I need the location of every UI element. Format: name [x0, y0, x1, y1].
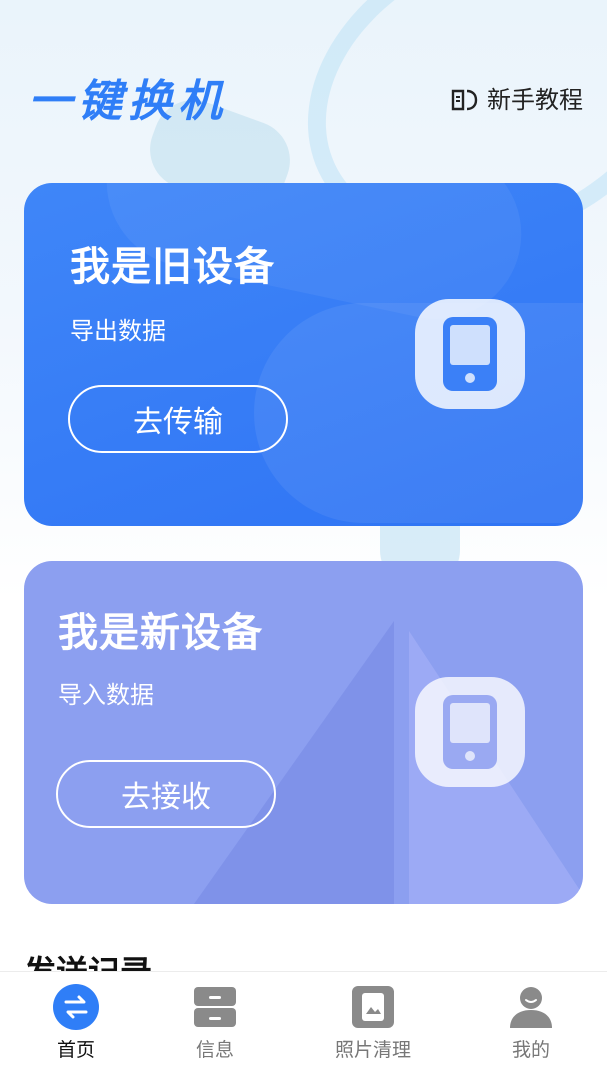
- send-history-heading: 发送记录: [24, 953, 153, 974]
- tab-label: 我的: [511, 1039, 550, 1061]
- tab-label: 照片清理: [334, 1039, 411, 1061]
- photo-clean-icon: [350, 984, 396, 1030]
- tab-home[interactable]: 首页: [16, 984, 136, 1062]
- receive-button[interactable]: 去接收: [56, 760, 276, 828]
- tab-profile[interactable]: 我的: [471, 984, 591, 1062]
- transfer-icon: [53, 984, 99, 1030]
- bottom-tab-bar: 首页 信息 照片清理 我的: [0, 972, 607, 1080]
- tutorial-label: 新手教程: [487, 86, 583, 114]
- tab-label: 首页: [56, 1039, 95, 1061]
- app-title: 一键换机: [28, 76, 228, 127]
- send-button[interactable]: 去传输: [68, 385, 288, 453]
- tab-messages[interactable]: 信息: [155, 984, 275, 1062]
- tab-photo-cleanup[interactable]: 照片清理: [313, 984, 433, 1062]
- drawer-icon: [192, 984, 238, 1030]
- new-device-card[interactable]: 我是新设备 导入数据 去接收: [24, 561, 583, 904]
- new-device-subtitle: 导入数据: [58, 681, 154, 709]
- old-device-subtitle: 导出数据: [70, 317, 166, 345]
- old-device-title: 我是旧设备: [70, 244, 275, 290]
- tab-label: 信息: [195, 1039, 234, 1061]
- tutorial-link[interactable]: 新手教程: [451, 84, 583, 116]
- old-device-card[interactable]: 我是旧设备 导出数据 去传输: [24, 183, 583, 526]
- book-icon: [451, 88, 479, 112]
- phone-icon: [415, 677, 525, 787]
- phone-icon: [415, 299, 525, 409]
- profile-icon: [508, 984, 554, 1030]
- new-device-title: 我是新设备: [58, 610, 263, 656]
